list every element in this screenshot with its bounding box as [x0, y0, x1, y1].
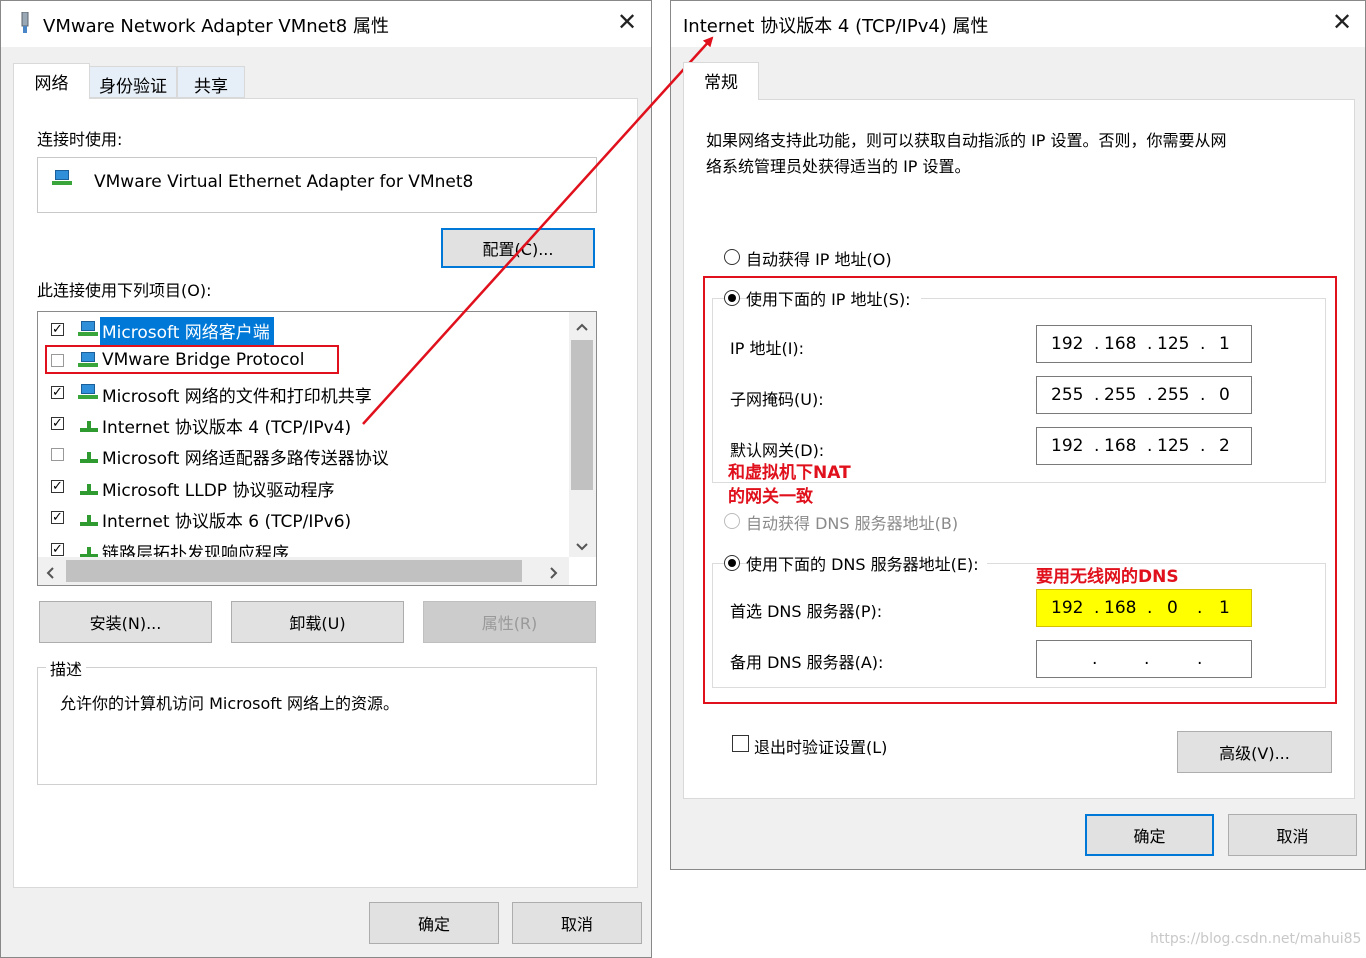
- advanced-button[interactable]: 高级(V)...: [1177, 731, 1332, 773]
- item-checkbox[interactable]: ✓: [51, 543, 64, 556]
- uninstall-button[interactable]: 卸载(U): [231, 601, 404, 643]
- protocol-icon: [80, 483, 98, 495]
- auto-ip-radio[interactable]: [724, 249, 740, 265]
- item-checkbox[interactable]: ✓: [51, 511, 64, 524]
- install-button[interactable]: 安装(N)...: [39, 601, 212, 643]
- network-adapter-icon: [20, 11, 30, 34]
- item-checkbox[interactable]: ✓: [51, 323, 64, 336]
- list-item[interactable]: Microsoft 网络适配器多路传送器协议: [38, 439, 568, 469]
- item-checkbox[interactable]: [51, 448, 64, 461]
- list-item[interactable]: ✓ Microsoft LLDP 协议驱动程序: [38, 471, 568, 501]
- item-checkbox[interactable]: ✓: [51, 480, 64, 493]
- network-client-icon: [78, 321, 98, 337]
- right-ok-button[interactable]: 确定: [1085, 814, 1214, 856]
- scroll-thumb[interactable]: [571, 340, 593, 490]
- scroll-up-icon[interactable]: [575, 318, 589, 331]
- item-label: Microsoft 网络客户端: [100, 317, 274, 345]
- item-label: Microsoft 网络适配器多路传送器协议: [102, 449, 389, 469]
- right-close-icon[interactable]: ✕: [1328, 9, 1356, 37]
- validate-checkbox[interactable]: [732, 735, 749, 752]
- item-checkbox[interactable]: ✓: [51, 417, 64, 430]
- configure-button[interactable]: 配置(C)...: [441, 228, 595, 268]
- validate-label[interactable]: 退出时验证设置(L): [754, 734, 887, 758]
- left-ok-button[interactable]: 确定: [369, 902, 499, 944]
- protocol-icon: [80, 420, 98, 432]
- adapter-icon: [52, 170, 72, 186]
- right-dialog-title: Internet 协议版本 4 (TCP/IPv4) 属性: [683, 16, 989, 37]
- protocol-icon: [80, 451, 98, 463]
- item-label: Internet 协议版本 6 (TCP/IPv6): [102, 512, 352, 532]
- hscroll-thumb[interactable]: [66, 560, 522, 582]
- list-item[interactable]: ✓ Microsoft 网络的文件和打印机共享: [38, 377, 568, 407]
- scroll-right-icon[interactable]: [548, 565, 560, 579]
- description-label: 描述: [46, 656, 87, 680]
- list-item[interactable]: ✓ Internet 协议版本 6 (TCP/IPv6): [38, 502, 568, 532]
- watermark: https://blog.csdn.net/mahui85: [1150, 931, 1362, 947]
- right-cancel-button[interactable]: 取消: [1228, 814, 1357, 856]
- tab-network[interactable]: 网络: [13, 63, 90, 99]
- static-ip-highlight-box: [703, 276, 1337, 704]
- auto-ip-label[interactable]: 自动获得 IP 地址(O): [746, 246, 892, 270]
- item-checkbox[interactable]: ✓: [51, 386, 64, 399]
- adapter-name: VMware Virtual Ethernet Adapter for VMne…: [94, 172, 474, 192]
- description-group: [37, 667, 597, 785]
- intro-line-1: 如果网络支持此功能，则可以获取自动指派的 IP 设置。否则，你需要从网: [706, 131, 1227, 150]
- scroll-left-icon[interactable]: [44, 565, 56, 579]
- properties-button[interactable]: 属性(R): [423, 601, 596, 643]
- protocol-icon: [80, 514, 98, 526]
- vertical-scrollbar[interactable]: [569, 312, 596, 557]
- item-label: Internet 协议版本 4 (TCP/IPv4): [102, 418, 352, 438]
- item-label: Microsoft LLDP 协议驱动程序: [102, 481, 335, 501]
- left-cancel-button[interactable]: 取消: [512, 902, 642, 944]
- tab-sharing[interactable]: 共享: [177, 66, 245, 98]
- tab-general[interactable]: 常规: [683, 62, 759, 100]
- left-close-icon[interactable]: ✕: [613, 9, 641, 37]
- horizontal-scrollbar[interactable]: [38, 557, 569, 585]
- intro-line-2: 络系统管理员处获得适当的 IP 设置。: [706, 157, 971, 176]
- connect-using-label: 连接时使用:: [37, 130, 123, 149]
- adapter-box: VMware Virtual Ethernet Adapter for VMne…: [37, 157, 597, 213]
- list-item[interactable]: ✓ Microsoft 网络客户端: [38, 314, 568, 345]
- left-tab-panel: 连接时使用: VMware Virtual Ethernet Adapter f…: [13, 98, 638, 888]
- tab-authentication[interactable]: 身份验证: [89, 66, 177, 98]
- left-title-bar: VMware Network Adapter VMnet8 属性 ✕: [1, 1, 651, 47]
- network-client-icon: [78, 384, 98, 400]
- vmware-bridge-highlight-box: [45, 345, 339, 374]
- right-title-bar: Internet 协议版本 4 (TCP/IPv4) 属性 ✕: [671, 1, 1365, 47]
- items-label: 此连接使用下列项目(O):: [37, 281, 212, 300]
- scroll-down-icon[interactable]: [575, 538, 589, 551]
- left-dialog: VMware Network Adapter VMnet8 属性 ✕ 网络 身份…: [0, 0, 652, 958]
- list-item[interactable]: ✓ Internet 协议版本 4 (TCP/IPv4): [38, 408, 568, 438]
- item-label: Microsoft 网络的文件和打印机共享: [102, 387, 372, 407]
- description-text: 允许你的计算机访问 Microsoft 网络上的资源。: [60, 694, 399, 713]
- left-dialog-title: VMware Network Adapter VMnet8 属性: [43, 16, 389, 37]
